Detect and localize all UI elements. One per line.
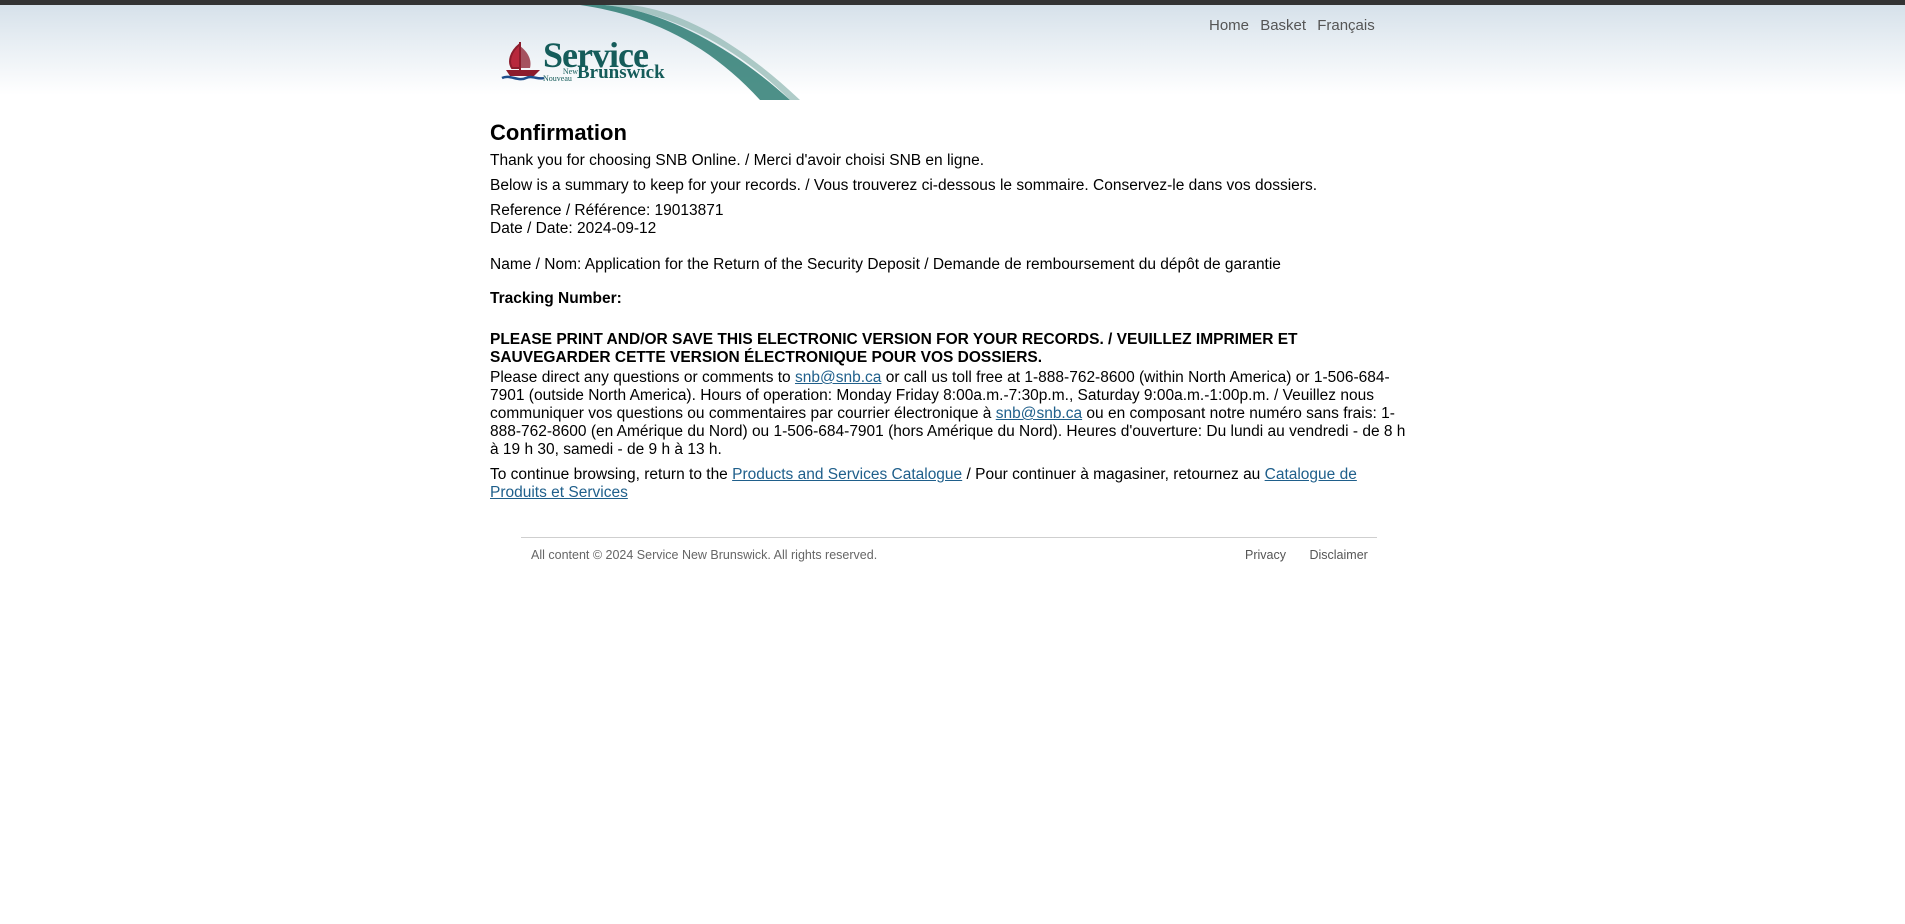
email-link-2[interactable]: snb@snb.ca: [996, 405, 1082, 422]
footer-privacy-link[interactable]: Privacy: [1245, 548, 1286, 562]
continue-paragraph: To continue browsing, return to the Prod…: [490, 466, 1410, 502]
page-title: Confirmation: [490, 120, 627, 145]
nav-home-link[interactable]: Home: [1209, 17, 1249, 34]
ship-icon: [501, 41, 545, 81]
summary-text: Below is a summary to keep for your reco…: [490, 177, 1317, 194]
nav-language-link[interactable]: Français: [1317, 17, 1375, 34]
catalogue-link-en[interactable]: Products and Services Catalogue: [732, 466, 962, 483]
footer-disclaimer-link[interactable]: Disclaimer: [1309, 548, 1367, 562]
footer-divider: [521, 537, 1377, 538]
thank-you-text: Thank you for choosing SNB Online. / Mer…: [490, 152, 985, 169]
top-nav: Home Basket Français: [1209, 17, 1382, 34]
tracking-number-label: Tracking Number:: [490, 290, 622, 307]
logo-nouveau-word: Nouveau: [543, 74, 572, 83]
continue-text-2: / Pour continuer à magasiner, retournez …: [962, 466, 1265, 483]
email-link-1[interactable]: snb@snb.ca: [795, 369, 881, 386]
header-band: [0, 5, 1905, 95]
contact-text-1: Please direct any questions or comments …: [490, 369, 795, 386]
logo-brunswick-word: Brunswick: [577, 62, 665, 83]
name-text: Name / Nom: Application for the Return o…: [490, 256, 1281, 273]
snb-logo[interactable]: Service New Nouveau Brunswick: [500, 34, 670, 86]
print-notice: PLEASE PRINT AND/OR SAVE THIS ELECTRONIC…: [490, 331, 1298, 366]
nav-basket-link[interactable]: Basket: [1260, 17, 1306, 34]
footer-copyright: All content © 2024 Service New Brunswick…: [531, 548, 878, 562]
continue-text-1: To continue browsing, return to the: [490, 466, 733, 483]
main-content: Confirmation Thank you for choosing SNB …: [490, 120, 1410, 502]
footer-links: Privacy Disclaimer: [1245, 548, 1388, 562]
contact-paragraph: Please direct any questions or comments …: [490, 369, 1410, 459]
date-text: Date / Date: 2024-09-12: [490, 220, 657, 237]
reference-text: Reference / Référence: 19013871: [490, 202, 724, 219]
